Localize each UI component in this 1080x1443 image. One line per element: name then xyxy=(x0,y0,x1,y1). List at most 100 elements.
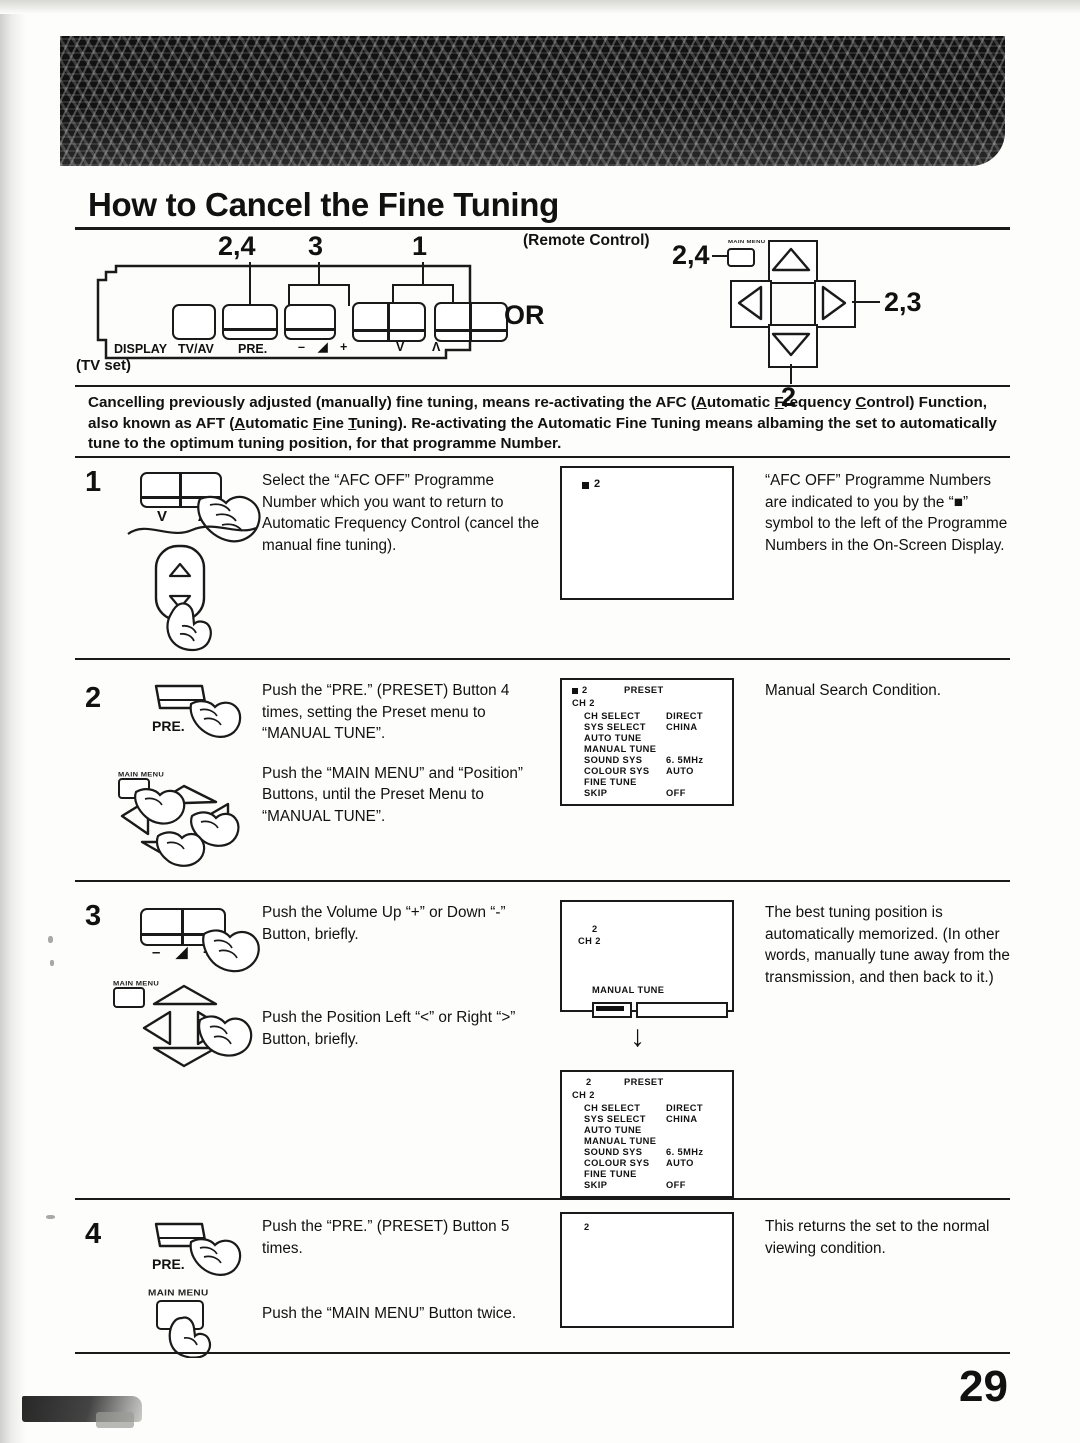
step-1-result: “AFC OFF” Programme Numbers are indicate… xyxy=(765,472,1008,554)
step-2-osd-row-label: AUTO TUNE xyxy=(584,733,642,743)
step-1-number: 1 xyxy=(85,466,102,498)
step-3-osd-row-label: COLOUR SYS xyxy=(584,1158,650,1168)
title-divider xyxy=(75,227,1010,230)
step-3-osd-row-label: FINE TUNE xyxy=(584,1169,637,1179)
step-2-pre-label: PRE. xyxy=(152,718,185,734)
step-3-divider xyxy=(75,1198,1010,1200)
step-3-number: 3 xyxy=(85,900,102,932)
tvset-volume-icon: ◢ xyxy=(318,340,328,354)
intro-paragraph: Cancelling previously adjusted (manually… xyxy=(88,393,1003,455)
step-3-osd-row-label: AUTO TUNE xyxy=(584,1125,642,1135)
step-2-instruction-1: Push the “PRE.” (PRESET) Button 4 times,… xyxy=(262,682,510,742)
intro-l2d: uning). Re-activating the Automatic Fine… xyxy=(356,414,701,432)
step-3-osd-row-value: DIRECT xyxy=(666,1103,704,1113)
step-3-osd-row-label: SYS SELECT xyxy=(584,1114,646,1124)
remote-main-menu-button[interactable] xyxy=(727,248,755,267)
step-2-osd-row-value: 6. 5MHz xyxy=(666,755,704,765)
step-3-tune-bar-right xyxy=(636,1002,728,1018)
step-3-osd-channel: CH 2 xyxy=(572,1090,595,1100)
step-3-tune-bar-left xyxy=(592,1002,632,1018)
step-2-osd-row-label: COLOUR SYS xyxy=(584,766,650,776)
intro-l2b: utomatic xyxy=(245,414,313,432)
step-2-osd-row-value: OFF xyxy=(666,788,686,798)
step-4-instruction-2: Push the “MAIN MENU” Button twice. xyxy=(262,1305,517,1322)
step-2-osd-screen: 2 PRESET CH 2 CH SELECT DIRECT SYS SELEC… xyxy=(560,678,734,806)
step-3-osd-heading: PRESET xyxy=(624,1077,664,1087)
step-3-osd-row-value: AUTO xyxy=(666,1158,694,1168)
step-4-number: 4 xyxy=(85,1218,102,1250)
tvset-tvav-button[interactable] xyxy=(222,304,278,340)
step-1-afc-off-square-icon xyxy=(582,482,589,489)
step-2-osd-row-value: AUTO xyxy=(666,766,694,776)
diagram-divider xyxy=(75,385,1010,387)
step-3-osd-row-value: CHINA xyxy=(666,1114,698,1124)
intro-l1c: requency xyxy=(783,394,852,411)
page-title: How to Cancel the Fine Tuning xyxy=(88,186,560,223)
intro-l1b: utomatic xyxy=(706,394,775,411)
step-3-osd-programme: 2 xyxy=(586,1077,592,1087)
step-2-divider xyxy=(75,880,1010,882)
intro-u-c: C xyxy=(855,394,867,411)
remote-up-arrow-icon xyxy=(771,247,811,272)
step-4-osd-screen: 2 xyxy=(560,1212,734,1328)
tvset-volume-plus-label: + xyxy=(340,340,348,354)
step-1-divider xyxy=(75,658,1010,660)
tvset-pre-button[interactable] xyxy=(284,304,336,340)
callout-volume: 3 xyxy=(308,231,324,261)
scan-speck xyxy=(48,936,53,943)
page-header-banner xyxy=(60,36,1005,166)
tvset-display-button[interactable] xyxy=(172,304,216,340)
scan-speck xyxy=(50,960,54,966)
step-2-instruction-2: Push the “MAIN MENU” and “Position” Butt… xyxy=(262,764,523,825)
remote-callout-right: 2,3 xyxy=(884,287,922,317)
step1-hand-pointer-lower-icon xyxy=(166,602,212,652)
tvset-volume-minus-label: – xyxy=(298,340,305,354)
banner-shading xyxy=(60,36,1005,166)
step-3-instructions: Push the Volume Up “+” or Down “-” Butto… xyxy=(262,902,552,1050)
step-2-osd-channel: CH 2 xyxy=(572,698,595,708)
step-3-osd-row-value: 6. 5MHz xyxy=(666,1147,704,1157)
step-3-tune-bar-left-fill xyxy=(596,1006,624,1011)
step-3-osd-tune-screen: 2 CH 2 MANUAL TUNE xyxy=(560,900,734,1012)
step-4-instructions: Push the “PRE.” (PRESET) Button 5 times.… xyxy=(262,1216,552,1325)
step-3-volume-minus-label: – xyxy=(152,944,161,961)
step-1-programme-number: 2 xyxy=(594,478,601,490)
step-3-hand-pointer-2-icon xyxy=(198,1015,253,1057)
step-3-flow-arrow-icon: ↓ xyxy=(630,1020,645,1053)
step-2-osd-row-label: SYS SELECT xyxy=(584,722,646,732)
remote-leader-right xyxy=(852,301,880,303)
remote-callout-main-menu: 2,4 xyxy=(672,240,710,270)
step-2-osd-row-value: CHINA xyxy=(666,722,698,732)
tvset-pre-label: PRE. xyxy=(238,342,268,356)
callout-pre: 2,4 xyxy=(218,231,256,261)
pre-inner-line xyxy=(286,328,334,331)
step-3-result: The best tuning position is automaticall… xyxy=(765,904,1010,986)
tvset-tvav-label: TV/AV xyxy=(178,342,214,356)
scan-smudge-secondary xyxy=(96,1412,134,1428)
step-4-main-menu-label: MAIN MENU xyxy=(148,1289,209,1298)
step-3-osd-row-label: SOUND SYS xyxy=(584,1147,643,1157)
tvav-inner-line xyxy=(224,328,276,331)
remote-main-menu-label: MAIN MENU xyxy=(728,239,766,245)
step-2-hand-pointer-icon xyxy=(189,700,242,738)
remote-left-arrow-icon xyxy=(737,285,763,321)
volume-inner-line xyxy=(354,329,424,332)
step-2-osd-heading: PRESET xyxy=(624,685,664,695)
remote-leader-down xyxy=(790,364,792,384)
step-2-number: 2 xyxy=(85,682,102,714)
step-2-hand-pointer-2-icon xyxy=(134,788,186,825)
step-2-afc-off-square-icon xyxy=(572,688,578,694)
tvset-volume-button[interactable] xyxy=(352,302,426,342)
step-2-osd-programme: 2 xyxy=(582,685,588,695)
scan-edge-left xyxy=(0,0,26,1443)
tvset-channel-button[interactable] xyxy=(434,302,508,342)
step-2-osd-row-value: DIRECT xyxy=(666,711,704,721)
bottom-divider xyxy=(75,1352,1010,1354)
step-2-hand-pointer-4-icon xyxy=(155,831,206,867)
page-number: 29 xyxy=(959,1362,1008,1411)
step-1-instruction: Select the “AFC OFF” Programme Number wh… xyxy=(262,472,540,554)
manual-page: How to Cancel the Fine Tuning 2,4 3 1 DI… xyxy=(0,0,1080,1443)
channel-inner-line xyxy=(436,329,506,332)
remote-right-arrow-icon xyxy=(821,285,847,321)
channel-center-split xyxy=(469,304,472,340)
